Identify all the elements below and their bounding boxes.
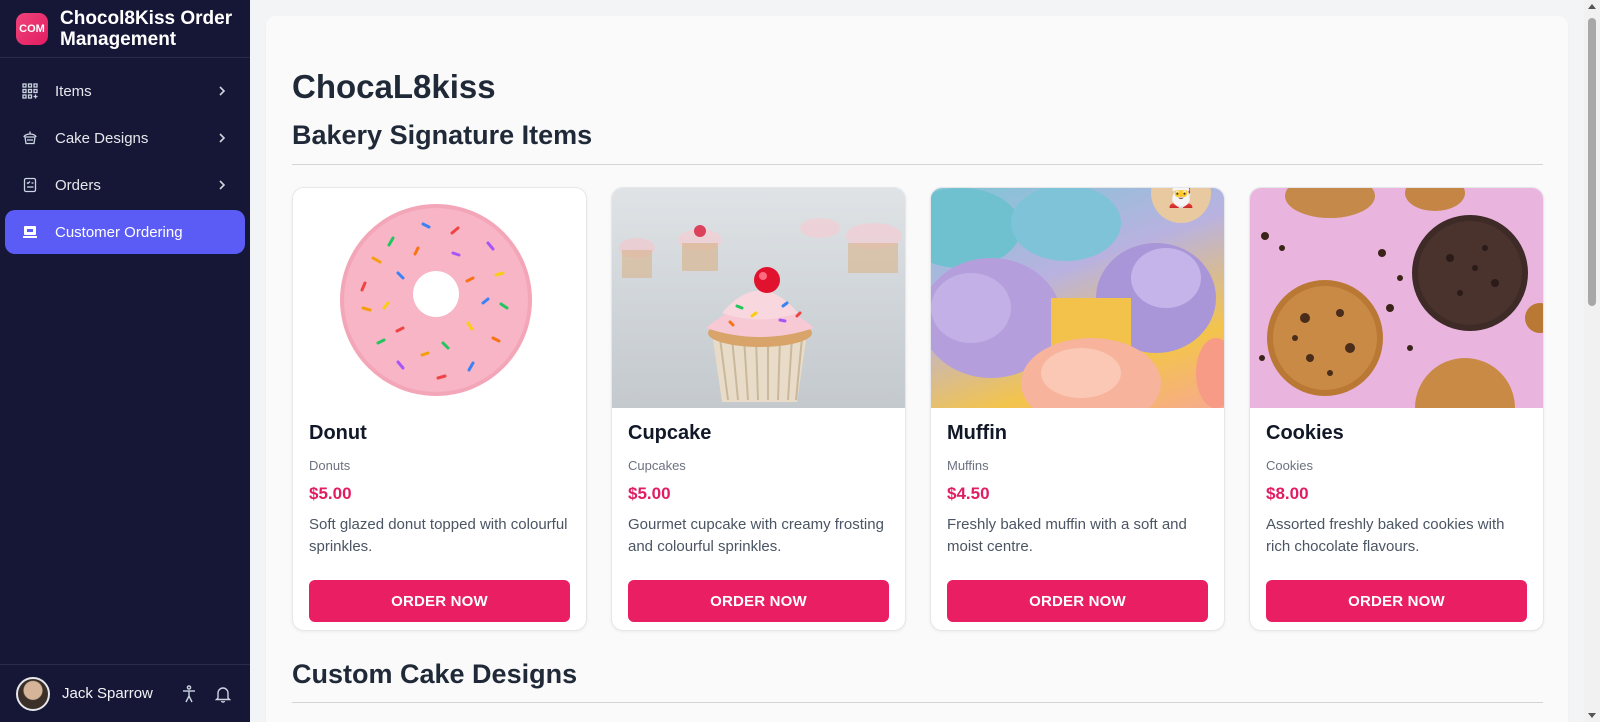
sidebar-item-cake-designs[interactable]: Cake Designs (5, 116, 245, 160)
product-price: $4.50 (947, 484, 990, 503)
avatar[interactable] (16, 676, 50, 711)
accessibility-icon[interactable] (178, 683, 200, 705)
card-body: Cookies Cookies $8.00 Assorted freshly b… (1250, 408, 1543, 622)
product-category: Cookies (1266, 458, 1313, 473)
product-grid: Donut Donuts $5.00 Soft glazed donut top… (292, 187, 1544, 631)
chevron-right-icon (215, 131, 229, 145)
product-category: Cupcakes (628, 458, 686, 473)
bell-icon[interactable] (212, 683, 234, 705)
product-card: Cupcake Cupcakes $5.00 Gourmet cupcake w… (611, 187, 906, 631)
scroll-down-arrow-icon[interactable] (1588, 713, 1596, 718)
product-name: Muffin (947, 422, 1007, 444)
section-title-custom-cakes: Custom Cake Designs (292, 659, 578, 689)
sidebar-item-customer-ordering[interactable]: Customer Ordering (5, 210, 245, 254)
section-divider (292, 702, 1543, 703)
page-scrollbar[interactable] (1584, 0, 1600, 722)
order-now-button[interactable]: ORDER NOW (1266, 580, 1527, 622)
page-title: ChocaL8kiss (292, 68, 496, 105)
grid-icon (21, 82, 39, 100)
product-price: $8.00 (1266, 484, 1309, 503)
clipboard-icon (21, 176, 39, 194)
order-now-button[interactable]: ORDER NOW (947, 580, 1208, 622)
user-name: Jack Sparrow (62, 685, 153, 702)
product-card: 🎅 Muffin Muffins $4.50 Freshly baked muf… (930, 187, 1225, 631)
product-category: Muffins (947, 458, 989, 473)
sidebar-item-label: Cake Designs (55, 129, 149, 147)
chevron-right-icon (215, 178, 229, 192)
card-body: Donut Donuts $5.00 Soft glazed donut top… (293, 408, 586, 622)
card-body: Muffin Muffins $4.50 Freshly baked muffi… (931, 408, 1224, 622)
scroll-up-arrow-icon[interactable] (1588, 4, 1596, 9)
section-title-bakery: Bakery Signature Items (292, 120, 593, 150)
sidebar-item-orders[interactable]: Orders (5, 163, 245, 207)
sidebar-item-label: Orders (55, 176, 101, 194)
sidebar-item-label: Customer Ordering (55, 223, 183, 241)
content-panel: ChocaL8kiss Bakery Signature Items Donut… (266, 16, 1568, 722)
product-price: $5.00 (309, 484, 352, 503)
card-body: Cupcake Cupcakes $5.00 Gourmet cupcake w… (612, 408, 905, 622)
product-image-cupcake (612, 188, 905, 408)
product-description: Assorted freshly baked cookies with rich… (1266, 516, 1505, 555)
product-category: Donuts (309, 458, 351, 473)
order-now-button[interactable]: ORDER NOW (309, 580, 570, 622)
order-now-button[interactable]: ORDER NOW (628, 580, 889, 622)
brand-header: COM Chocol8Kiss Order Management (0, 0, 250, 58)
scrollbar-thumb[interactable] (1588, 18, 1596, 306)
storefront-icon (21, 223, 39, 241)
product-card: Cookies Cookies $8.00 Assorted freshly b… (1249, 187, 1544, 631)
product-name: Cookies (1266, 422, 1344, 444)
sidebar-nav: Items Cake Designs Orders Customer Order… (0, 58, 250, 257)
product-image-cookies (1250, 188, 1543, 408)
sidebar-item-label: Items (55, 82, 92, 100)
chevron-right-icon (215, 84, 229, 98)
product-description: Soft glazed donut topped with colourful … (309, 516, 568, 555)
app-title: Chocol8Kiss Order Management (60, 7, 233, 50)
cake-icon (21, 129, 39, 147)
product-image-donut (293, 188, 586, 408)
product-description: Gourmet cupcake with creamy frosting and… (628, 516, 884, 555)
section-divider (292, 164, 1543, 165)
product-description: Freshly baked muffin with a soft and moi… (947, 516, 1187, 555)
product-name: Cupcake (628, 422, 712, 444)
product-card: Donut Donuts $5.00 Soft glazed donut top… (292, 187, 587, 631)
sidebar: COM Chocol8Kiss Order Management Items C… (0, 0, 250, 722)
user-footer: Jack Sparrow (0, 664, 250, 722)
svg-text:🎅: 🎅 (1166, 188, 1196, 209)
brand-logo[interactable]: COM (16, 12, 48, 45)
product-price: $5.00 (628, 484, 671, 503)
main-content: ChocaL8kiss Bakery Signature Items Donut… (250, 0, 1584, 722)
product-name: Donut (309, 422, 367, 444)
product-image-muffin: 🎅 (931, 188, 1224, 408)
sidebar-item-items[interactable]: Items (5, 69, 245, 113)
